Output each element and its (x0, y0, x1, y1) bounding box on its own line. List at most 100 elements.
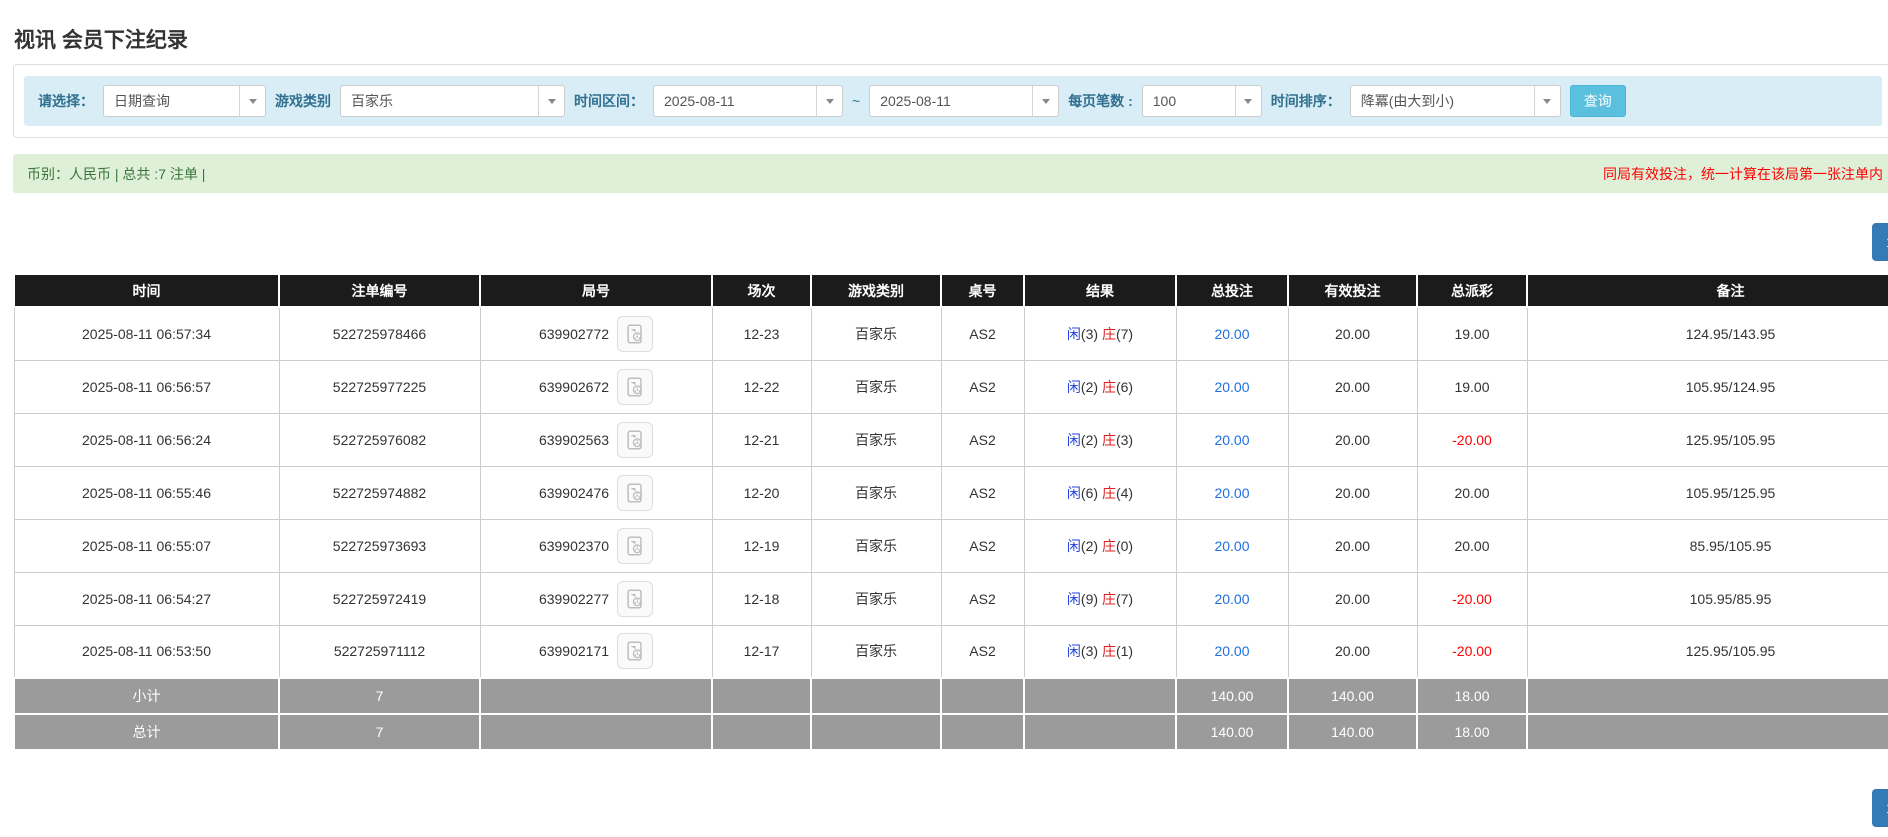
header-remark: 备注 (1527, 274, 1888, 307)
currency-total-text: 币别：人民币 | 总共 :7 注单 | (27, 164, 205, 184)
cell-remark: 125.95/105.95 (1527, 413, 1888, 466)
cell-table-no: AS2 (941, 307, 1024, 360)
video-replay-icon (624, 640, 646, 662)
video-replay-button[interactable] (617, 633, 653, 669)
round-number: 639902171 (539, 643, 609, 659)
table-row: 2025-08-11 06:57:34 522725978466 6399027… (14, 307, 1888, 360)
cell-result: 闲(6) 庄(4) (1024, 466, 1176, 519)
chevron-down-icon (1235, 86, 1261, 116)
cell-round-id: 639902563 (480, 413, 712, 466)
cell-remark: 105.95/85.95 (1527, 572, 1888, 625)
result-banker-score: (6) (1116, 379, 1133, 395)
result-banker-score: (7) (1116, 326, 1133, 342)
cell-time: 2025-08-11 06:56:24 (14, 413, 279, 466)
pagination-page-1-top[interactable]: 1 (1872, 223, 1888, 261)
grand-total-count: 7 (279, 714, 480, 750)
table-body: 2025-08-11 06:57:34 522725978466 6399027… (14, 307, 1888, 678)
range-separator: ~ (852, 93, 860, 109)
cell-result: 闲(9) 庄(7) (1024, 572, 1176, 625)
per-page-select[interactable]: 100 (1142, 85, 1262, 117)
cell-time: 2025-08-11 06:57:34 (14, 307, 279, 360)
game-type-label: 游戏类别 (275, 91, 331, 111)
date-to-value: 2025-08-11 (870, 93, 1032, 109)
cell-session: 12-20 (712, 466, 811, 519)
sort-value: 降冪(由大到小) (1351, 91, 1534, 111)
game-type-select[interactable]: 百家乐 (340, 85, 565, 117)
result-player-score: (3) (1081, 643, 1098, 659)
result-player-score: (9) (1081, 591, 1098, 607)
video-replay-icon (624, 482, 646, 504)
query-type-select[interactable]: 日期查询 (103, 85, 266, 117)
video-replay-button[interactable] (617, 316, 653, 352)
cell-payout: 19.00 (1417, 307, 1527, 360)
cell-bet-id: 522725971112 (279, 625, 480, 678)
pagination-page-1-bottom[interactable]: 1 (1872, 789, 1888, 827)
cell-time: 2025-08-11 06:54:27 (14, 572, 279, 625)
subtotal-label: 小计 (14, 678, 279, 714)
table-row: 2025-08-11 06:55:07 522725973693 6399023… (14, 519, 1888, 572)
cell-valid-bet: 20.00 (1288, 519, 1417, 572)
subtotal-row: 小计 7 140.00 140.00 18.00 (14, 678, 1888, 714)
video-replay-button[interactable] (617, 475, 653, 511)
cell-payout: 20.00 (1417, 519, 1527, 572)
cell-valid-bet: 20.00 (1288, 625, 1417, 678)
result-player-score: (2) (1081, 432, 1098, 448)
header-valid-bet: 有效投注 (1288, 274, 1417, 307)
header-payout: 总派彩 (1417, 274, 1527, 307)
result-player-label: 闲 (1067, 485, 1081, 501)
cell-total-bet-link[interactable]: 20.00 (1176, 466, 1288, 519)
chevron-down-icon (816, 86, 842, 116)
grand-total-total-bet: 140.00 (1176, 714, 1288, 750)
result-player-score: (3) (1081, 326, 1098, 342)
cell-total-bet-link[interactable]: 20.00 (1176, 519, 1288, 572)
cell-session: 12-19 (712, 519, 811, 572)
header-bet-id: 注单编号 (279, 274, 480, 307)
cell-remark: 105.95/124.95 (1527, 360, 1888, 413)
cell-round-id: 639902476 (480, 466, 712, 519)
cell-bet-id: 522725978466 (279, 307, 480, 360)
cell-total-bet-link[interactable]: 20.00 (1176, 360, 1288, 413)
grand-total-row: 总计 7 140.00 140.00 18.00 (14, 714, 1888, 750)
cell-bet-id: 522725977225 (279, 360, 480, 413)
cell-total-bet-link[interactable]: 20.00 (1176, 413, 1288, 466)
grand-total-valid-bet: 140.00 (1288, 714, 1417, 750)
video-replay-button[interactable] (617, 369, 653, 405)
query-button[interactable]: 查询 (1570, 85, 1626, 117)
video-replay-icon (624, 376, 646, 398)
chevron-down-icon (239, 86, 265, 116)
cell-total-bet-link[interactable]: 20.00 (1176, 625, 1288, 678)
result-banker-score: (7) (1116, 591, 1133, 607)
sort-select[interactable]: 降冪(由大到小) (1350, 85, 1561, 117)
cell-round-id: 639902171 (480, 625, 712, 678)
result-banker-label: 庄 (1102, 643, 1116, 659)
per-page-value: 100 (1143, 93, 1235, 109)
cell-round-id: 639902672 (480, 360, 712, 413)
date-from-select[interactable]: 2025-08-11 (653, 85, 843, 117)
bet-records-table: 时间 注单编号 局号 场次 游戏类别 桌号 结果 总投注 有效投注 总派彩 备注… (13, 273, 1888, 751)
header-result: 结果 (1024, 274, 1176, 307)
result-player-label: 闲 (1067, 432, 1081, 448)
video-replay-button[interactable] (617, 581, 653, 617)
cell-total-bet-link[interactable]: 20.00 (1176, 572, 1288, 625)
cell-table-no: AS2 (941, 413, 1024, 466)
cell-result: 闲(2) 庄(0) (1024, 519, 1176, 572)
cell-payout: -20.00 (1417, 625, 1527, 678)
result-banker-score: (3) (1116, 432, 1133, 448)
table-row: 2025-08-11 06:53:50 522725971112 6399021… (14, 625, 1888, 678)
round-number: 639902563 (539, 432, 609, 448)
cell-game-type: 百家乐 (811, 519, 941, 572)
result-player-score: (2) (1081, 379, 1098, 395)
cell-game-type: 百家乐 (811, 307, 941, 360)
video-replay-icon (624, 323, 646, 345)
filter-panel: 请选择： 日期查询 游戏类别 百家乐 时间区间： 2025-08-11 ~ 20… (13, 64, 1888, 138)
cell-total-bet-link[interactable]: 20.00 (1176, 307, 1288, 360)
video-replay-button[interactable] (617, 422, 653, 458)
round-number: 639902277 (539, 591, 609, 607)
date-to-select[interactable]: 2025-08-11 (869, 85, 1059, 117)
cell-session: 12-18 (712, 572, 811, 625)
video-replay-button[interactable] (617, 528, 653, 564)
result-banker-label: 庄 (1102, 379, 1116, 395)
cell-round-id: 639902772 (480, 307, 712, 360)
cell-table-no: AS2 (941, 572, 1024, 625)
cell-remark: 125.95/105.95 (1527, 625, 1888, 678)
